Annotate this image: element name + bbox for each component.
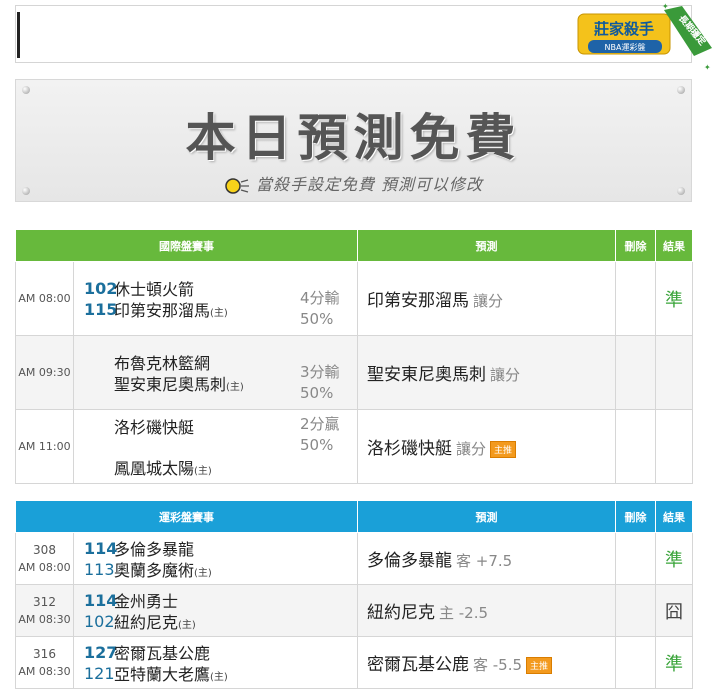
header-result: 結果 (655, 229, 693, 262)
match-time: AM 09:30 (15, 335, 74, 410)
team-name: 紐約尼克 (114, 613, 179, 632)
featured-tag: 主推 (526, 656, 553, 674)
host-marker: (主) (226, 382, 244, 393)
table-row: AM 11:00 洛杉磯快艇 鳳凰城太陽(主) 2分贏 50% 洛杉磯快艇 讓分 主推 (15, 409, 693, 484)
host-marker: (主) (210, 308, 228, 319)
screw-icon (22, 86, 30, 94)
intl-prediction-table: 國際盤賽事 預測 刪除 結果 AM 08:00 102 休士頓火箭 115 印第安那… (15, 229, 693, 484)
header-pred: 預測 (357, 500, 616, 533)
odds: 2分贏 50% (300, 415, 340, 454)
header-match: 國際盤賽事 (15, 229, 358, 262)
odds: 3分輸 50% (300, 363, 340, 402)
banner-subtitle: 當殺手設定免費 預測可以修改 (16, 171, 691, 195)
header-delete: 刪除 (615, 229, 656, 262)
prediction-cell: 密爾瓦基公鹿客 -5.5 主推 (357, 636, 616, 689)
result-cell (655, 409, 693, 484)
host-marker: (主) (210, 672, 228, 683)
prediction-cell: 多倫多暴龍客 +7.5 (357, 532, 616, 585)
result-cell: 囧 (655, 584, 693, 637)
host-marker: (主) (194, 568, 212, 579)
delete-cell[interactable] (615, 584, 656, 637)
team-name: 鳳凰城太陽 (114, 459, 195, 478)
table-row: AM 09:30 布魯克林籃網 聖安東尼奧馬刺(主) 3分輸 50% 聖安東尼奧馬… (15, 335, 693, 410)
match-cell: 114 金州勇士 102 紐約尼克(主) (73, 584, 358, 637)
match-time: 312 AM 08:30 (15, 584, 74, 637)
match-time: AM 11:00 (15, 409, 74, 484)
result-cell: 準 (655, 532, 693, 585)
match-time: 308 AM 08:00 (15, 532, 74, 585)
match-cell: 127 密爾瓦基公鹿 121 亞特蘭大老鷹(主) (73, 636, 358, 689)
team-number: 102 (84, 611, 115, 631)
match-time: 316 AM 08:30 (15, 636, 74, 689)
prediction-cell: 印第安那溜馬 讓分 (357, 261, 616, 336)
delete-cell[interactable] (615, 409, 656, 484)
team-name: 奧蘭多魔術 (114, 561, 195, 580)
game-number: 312 (33, 595, 56, 609)
table-row: 312 AM 08:30 114 金州勇士 102 紐約尼克(主) 紐約尼克主 -2.… (15, 584, 693, 637)
free-prediction-banner: 本日預測免費 當殺手設定免費 預測可以修改 (15, 79, 692, 202)
team-number: 102 (84, 278, 118, 298)
killer-badge-logo: 莊家殺手 NBA運彩盤 長期穩定 ✦ ✦ (577, 2, 712, 72)
team-name: 印第安那溜馬 (114, 301, 211, 320)
header-pred: 預測 (357, 229, 616, 262)
host-marker: (主) (178, 620, 196, 631)
header-result: 結果 (655, 500, 693, 533)
svg-text:✦: ✦ (662, 2, 669, 11)
match-cell: 114 多倫多暴龍 113 奧蘭多魔術(主) (73, 532, 358, 585)
banner-subtitle-text: 當殺手設定免費 預測可以修改 (255, 175, 484, 194)
header-delete: 刪除 (615, 500, 656, 533)
game-number: 308 (33, 543, 56, 557)
prediction-cell: 紐約尼克主 -2.5 (357, 584, 616, 637)
host-marker: (主) (194, 466, 212, 477)
team-number: 114 (84, 538, 118, 558)
badge-main: 莊家殺手 (594, 20, 654, 38)
result-cell: 準 (655, 636, 693, 689)
delete-cell[interactable] (615, 532, 656, 585)
match-cell: 102 休士頓火箭 115 印第安那溜馬(主) 4分輸 50% (73, 261, 358, 336)
match-time: AM 08:00 (15, 261, 74, 336)
team-name: 亞特蘭大老鷹 (114, 665, 211, 684)
team-number: 127 (84, 642, 118, 662)
delete-cell[interactable] (615, 335, 656, 410)
sport-lottery-table: 運彩盤賽事 預測 刪除 結果 308 AM 08:00 114 多倫多暴龍 113 奧… (15, 500, 693, 689)
team-number: 121 (84, 663, 115, 683)
team-number: 115 (84, 299, 118, 319)
banner-title: 本日預測免費 (185, 109, 522, 167)
prediction-cell: 聖安東尼奧馬刺 讓分 (357, 335, 616, 410)
team-number: 114 (84, 590, 118, 610)
delete-cell[interactable] (615, 636, 656, 689)
bulb-icon (225, 177, 249, 194)
text-cursor (17, 12, 20, 58)
badge-sub: NBA運彩盤 (605, 42, 646, 52)
header-match: 運彩盤賽事 (15, 500, 358, 533)
delete-cell[interactable] (615, 261, 656, 336)
prediction-cell: 洛杉磯快艇 讓分 主推 (357, 409, 616, 484)
table-row: 316 AM 08:30 127 密爾瓦基公鹿 121 亞特蘭大老鷹(主) 密爾瓦基公… (15, 636, 693, 689)
result-cell (655, 335, 693, 410)
match-cell: 洛杉磯快艇 鳳凰城太陽(主) 2分贏 50% (73, 409, 358, 484)
odds: 4分輸 50% (300, 289, 340, 328)
team-number: 113 (84, 559, 115, 579)
table-row: AM 08:00 102 休士頓火箭 115 印第安那溜馬(主) 4分輸 50% 印第… (15, 261, 693, 336)
result-cell: 準 (655, 261, 693, 336)
featured-tag: 主推 (490, 440, 517, 458)
team-name: 聖安東尼奧馬刺 (114, 375, 227, 394)
table-row: 308 AM 08:00 114 多倫多暴龍 113 奧蘭多魔術(主) 多倫多暴龍客 … (15, 532, 693, 585)
screw-icon (677, 86, 685, 94)
match-cell: 布魯克林籃網 聖安東尼奧馬刺(主) 3分輸 50% (73, 335, 358, 410)
game-number: 316 (33, 647, 56, 661)
svg-text:✦: ✦ (704, 63, 711, 72)
